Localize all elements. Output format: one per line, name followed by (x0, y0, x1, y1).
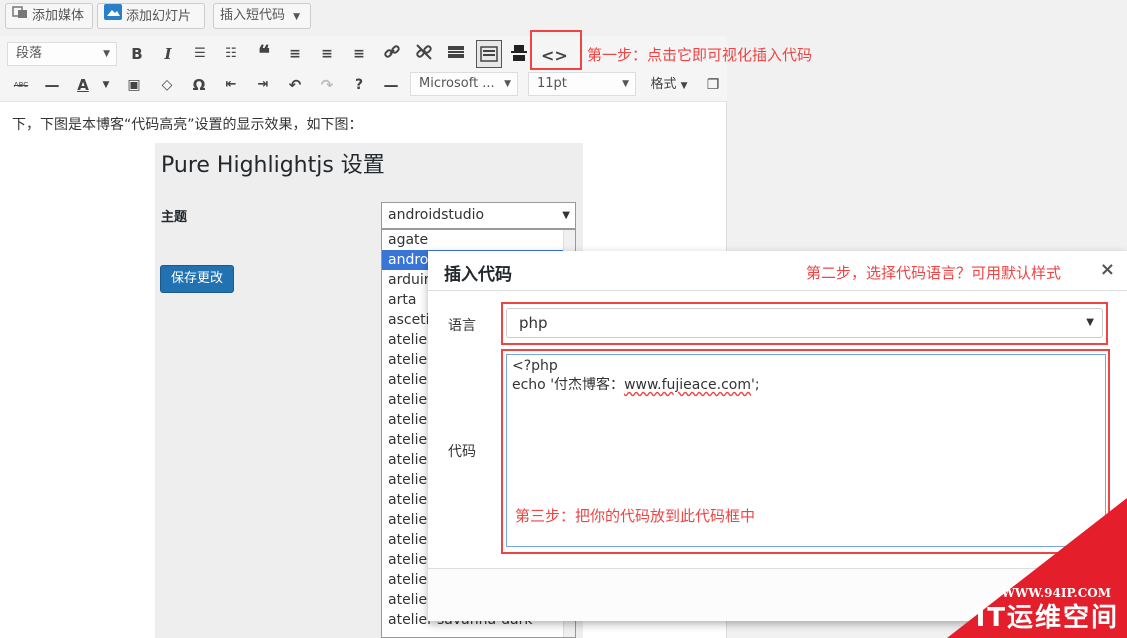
chevron-down-icon[interactable]: ▼ (100, 74, 112, 96)
step3-annotation: 第三步：把你的代码放到此代码框中 (515, 507, 756, 525)
bullet-list-icon[interactable]: ☰ (190, 43, 210, 65)
text-color-icon[interactable]: A (73, 74, 93, 96)
align-right-icon[interactable]: ≡ (349, 43, 369, 65)
font-family-select[interactable]: Microsoft ... ▼ (410, 72, 518, 96)
strikethrough-icon[interactable]: ABC (10, 74, 32, 96)
undo-icon[interactable]: ↶ (285, 74, 305, 96)
help-icon[interactable]: ? (349, 74, 369, 96)
format-select[interactable]: 段落 ▼ (7, 42, 117, 66)
dialog-header: 插入代码 第二步，选择代码语言？可用默认样式 × (428, 251, 1127, 291)
chevron-down-icon: ▼ (103, 49, 110, 59)
italic-icon[interactable]: I (158, 43, 178, 65)
redo-icon[interactable]: ↷ (317, 74, 337, 96)
chevron-down-icon: ▼ (504, 79, 511, 89)
chevron-down-icon: ▼ (622, 79, 629, 89)
outdent-icon[interactable]: ⇤ (221, 74, 241, 96)
insert-shortcode-button[interactable]: 插入短代码 ▼ (213, 3, 311, 29)
blockquote-icon[interactable]: ❝ (253, 43, 275, 65)
separator-icon[interactable]: — (381, 74, 401, 96)
step1-highlight (530, 30, 582, 70)
theme-label: 主题 (161, 210, 188, 225)
styles-menu[interactable]: 格式 ▼ (646, 74, 692, 96)
step1-annotation: 第一步：点击它即可视化插入代码 (587, 46, 813, 64)
code-line: <?php (512, 358, 558, 374)
toolbar-toggle-icon[interactable] (476, 40, 502, 68)
theme-select[interactable]: androidstudio ▼ (381, 202, 576, 229)
align-center-icon[interactable]: ≡ (317, 43, 337, 65)
chevron-down-icon: ▼ (680, 81, 688, 91)
post-intro-text: 下，下图是本博客“代码高亮”设置的显示效果，如下图： (12, 117, 363, 133)
watermark: WWW.94IP.COM IT运维空间 (887, 498, 1127, 638)
add-media-button[interactable]: 添加媒体 (5, 3, 93, 29)
theme-option[interactable]: agate (382, 230, 575, 250)
font-size-select[interactable]: 11pt ▼ (528, 72, 636, 96)
indent-icon[interactable]: ⇥ (253, 74, 273, 96)
save-changes-button[interactable]: 保存更改 (160, 265, 234, 293)
post-content[interactable]: 下，下图是本博客“代码高亮”设置的显示效果，如下图： (12, 114, 363, 134)
slides-icon (104, 4, 122, 29)
link-icon[interactable] (381, 43, 403, 65)
paste-text-icon[interactable]: ▣ (124, 74, 144, 96)
read-more-icon[interactable] (445, 43, 467, 65)
step2-annotation: 第二步，选择代码语言？可用默认样式 (806, 264, 1062, 282)
special-char-icon[interactable]: Ω (189, 74, 209, 96)
spy-plugin-icon[interactable] (508, 43, 530, 65)
close-icon[interactable]: × (1100, 259, 1115, 280)
copy-icon[interactable]: ❐ (703, 74, 723, 96)
chevron-down-icon: ▼ (1086, 317, 1094, 328)
align-left-icon[interactable]: ≡ (285, 43, 305, 65)
settings-title: Pure Highlightjs 设置 (161, 153, 385, 178)
language-label: 语言 (448, 318, 476, 334)
bold-icon[interactable]: B (127, 43, 147, 65)
chevron-down-icon: ▼ (562, 210, 570, 221)
watermark-name: IT运维空间 (975, 603, 1119, 633)
dialog-title: 插入代码 (444, 265, 512, 285)
unlink-icon[interactable] (413, 43, 435, 65)
horizontal-line-icon[interactable]: — (42, 74, 62, 96)
numbered-list-icon[interactable]: ☷ (221, 43, 241, 65)
chevron-down-icon: ▼ (293, 12, 301, 22)
code-label: 代码 (448, 444, 476, 460)
clear-format-icon[interactable]: ◇ (157, 74, 177, 96)
media-icon (12, 4, 28, 28)
language-select[interactable]: php ▼ (506, 308, 1103, 338)
code-line: echo '付杰博客：www.fujieace.com'; (512, 377, 760, 393)
add-slides-button[interactable]: 添加幻灯片 (97, 3, 205, 29)
